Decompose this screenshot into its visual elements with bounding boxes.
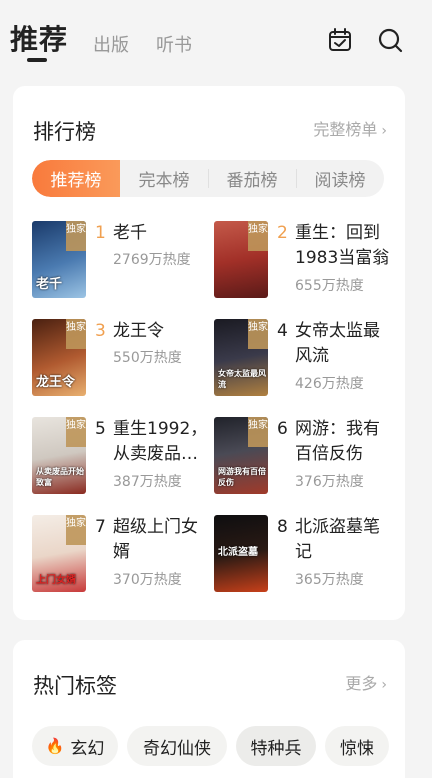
top-nav: 推荐 出版 听书 <box>0 0 432 72</box>
rank-number: 6 <box>277 419 288 439</box>
fire-icon: 🔥 <box>45 737 65 755</box>
book-cover: 独家 <box>214 221 268 298</box>
book-item[interactable]: 独家 2 重生：回到1983当富翁 655万热度 <box>214 221 394 301</box>
book-title: 老千 <box>113 223 147 243</box>
cover-art-text: 从卖废品开始致富 <box>36 467 84 487</box>
book-item[interactable]: 龙王令 独家 3 龙王令 550万热度 <box>32 319 212 399</box>
cover-art-text: 老千 <box>36 277 63 292</box>
book-title: 网游：我有百倍反伤 <box>295 419 380 464</box>
book-heat: 2769万热度 <box>113 252 191 268</box>
rank-number: 8 <box>277 517 288 537</box>
chevron-right-icon: › <box>381 677 387 693</box>
exclusive-badge: 独家 <box>248 319 268 349</box>
tag-chip[interactable]: 🔥 玄幻 <box>32 726 118 766</box>
tab-publish[interactable]: 出版 <box>93 31 129 57</box>
tag-label: 玄幻 <box>70 738 105 759</box>
rank-number: 4 <box>277 321 288 341</box>
full-ranking-link[interactable]: 完整榜单 › <box>313 116 387 140</box>
ranking-card: 排行榜 完整榜单 › 推荐榜 完本榜 番茄榜 阅读榜 老千 独家 1 老千 276… <box>13 86 405 620</box>
hot-tags-title: 热门标签 <box>33 674 117 698</box>
rank-number: 2 <box>277 223 288 243</box>
more-tags-label: 更多 <box>345 674 378 693</box>
book-item[interactable]: 上门女婿 独家 7 超级上门女婿 370万热度 <box>32 515 212 595</box>
book-item[interactable]: 老千 独家 1 老千 2769万热度 <box>32 221 212 301</box>
book-cover: 女帝太监最风流 独家 <box>214 319 268 396</box>
tab-completed-rank[interactable]: 完本榜 <box>120 160 208 197</box>
tab-audiobook[interactable]: 听书 <box>156 31 192 57</box>
book-title: 女帝太监最风流 <box>295 321 380 366</box>
book-item[interactable]: 女帝太监最风流 独家 4 女帝太监最风流 426万热度 <box>214 319 394 399</box>
rank-number: 7 <box>95 517 106 537</box>
book-title: 龙王令 <box>113 321 164 341</box>
book-title: 超级上门女婿 <box>113 517 198 562</box>
book-heat: 655万热度 <box>295 278 364 294</box>
exclusive-badge: 独家 <box>248 221 268 251</box>
exclusive-badge: 独家 <box>248 417 268 447</box>
book-title: 北派盗墓笔记 <box>295 517 380 562</box>
tab-reading-rank[interactable]: 阅读榜 <box>296 160 384 197</box>
search-icon[interactable] <box>376 26 404 54</box>
calendar-check-icon[interactable] <box>326 26 354 54</box>
book-heat: 376万热度 <box>295 474 364 490</box>
cover-art-text: 上门女婿 <box>36 575 76 586</box>
book-cover: 北派盗墓 <box>214 515 268 592</box>
rank-number: 1 <box>95 223 106 243</box>
cover-art-text: 网游我有百倍反伤 <box>218 467 266 487</box>
book-heat: 550万热度 <box>113 350 182 366</box>
book-heat: 387万热度 <box>113 474 182 490</box>
book-cover: 老千 独家 <box>32 221 86 298</box>
cover-art-text: 龙王令 <box>36 375 76 390</box>
full-ranking-label: 完整榜单 <box>313 120 378 139</box>
exclusive-badge: 独家 <box>66 221 86 251</box>
rank-number: 3 <box>95 321 106 341</box>
hot-tags-card: 热门标签 更多 › 🔥 玄幻 奇幻仙侠 特种兵 惊悚 <box>13 640 405 778</box>
book-heat: 426万热度 <box>295 376 364 392</box>
book-cover: 上门女婿 独家 <box>32 515 86 592</box>
book-title: 重生：回到1983当富翁 <box>295 223 390 268</box>
tag-chip[interactable]: 特种兵 <box>236 726 316 766</box>
book-item[interactable]: 网游我有百倍反伤 独家 6 网游：我有百倍反伤 376万热度 <box>214 417 394 497</box>
book-heat: 365万热度 <box>295 572 364 588</box>
book-cover: 网游我有百倍反伤 独家 <box>214 417 268 494</box>
chevron-right-icon: › <box>381 123 387 139</box>
tab-recommend-rank[interactable]: 推荐榜 <box>32 160 120 197</box>
book-item[interactable]: 北派盗墓 8 北派盗墓笔记 365万热度 <box>214 515 394 595</box>
tag-chip[interactable]: 奇幻仙侠 <box>127 726 227 766</box>
tag-chip[interactable]: 惊悚 <box>325 726 389 766</box>
book-item[interactable]: 从卖废品开始致富 独家 5 重生1992，从卖废品… 387万热度 <box>32 417 212 497</box>
more-tags-link[interactable]: 更多 › <box>345 670 387 694</box>
ranking-title: 排行榜 <box>33 120 96 144</box>
book-cover: 从卖废品开始致富 独家 <box>32 417 86 494</box>
book-cover: 龙王令 独家 <box>32 319 86 396</box>
tab-fanqie-rank[interactable]: 番茄榜 <box>208 160 296 197</box>
exclusive-badge: 独家 <box>66 319 86 349</box>
tag-label: 特种兵 <box>250 738 302 759</box>
cover-art-text: 北派盗墓 <box>218 547 258 558</box>
exclusive-badge: 独家 <box>66 515 86 545</box>
book-title: 重生1992，从卖废品… <box>113 419 208 464</box>
tag-label: 惊悚 <box>340 738 374 759</box>
tag-label: 奇幻仙侠 <box>143 738 211 759</box>
tab-recommend[interactable]: 推荐 <box>10 18 68 58</box>
cover-art-text: 女帝太监最风流 <box>218 369 266 389</box>
exclusive-badge: 独家 <box>66 417 86 447</box>
rank-number: 5 <box>95 419 106 439</box>
book-heat: 370万热度 <box>113 572 182 588</box>
active-tab-indicator <box>27 58 47 62</box>
ranking-tabs: 推荐榜 完本榜 番茄榜 阅读榜 <box>32 160 384 197</box>
